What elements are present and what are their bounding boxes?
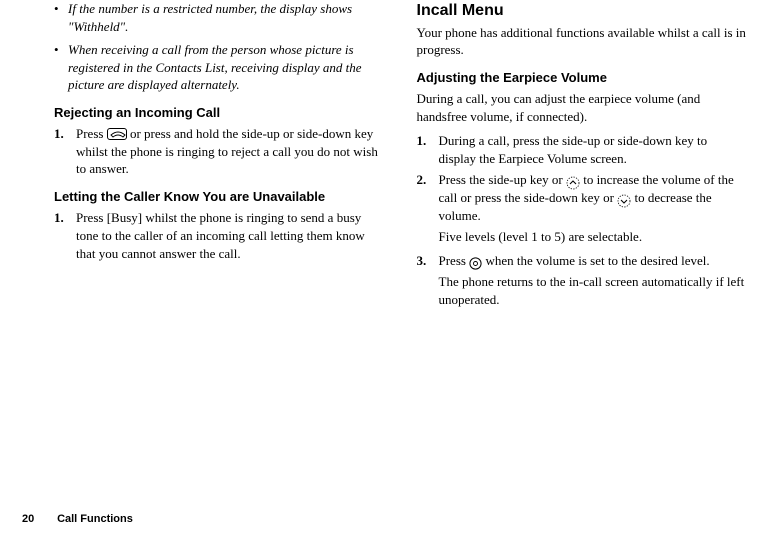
step-sub-note: Five levels (level 1 to 5) are selectabl… <box>439 228 748 246</box>
heading-rejecting-call: Rejecting an Incoming Call <box>54 104 385 122</box>
note-text: If the number is a restricted number, th… <box>68 0 385 35</box>
section-title-incall: Incall Menu <box>417 0 748 22</box>
step-text: Press or press and hold the side-up or s… <box>76 125 385 178</box>
step-text: Press when the volume is set to the desi… <box>439 252 748 270</box>
step-item: 1. Press [Busy] whilst the phone is ring… <box>54 209 385 262</box>
step-text-part: Press <box>439 253 470 268</box>
step-text: Press [Busy] whilst the phone is ringing… <box>76 209 385 262</box>
page-number: 20 <box>22 512 54 527</box>
step-item: 3. Press when the volume is set to the d… <box>417 252 748 270</box>
section-intro: Your phone has additional functions avai… <box>417 24 748 59</box>
step-number: 1. <box>54 125 76 178</box>
step-number: 1. <box>417 132 439 167</box>
step-text: Press the side-up key or to increase the… <box>439 171 748 224</box>
step-number: 1. <box>54 209 76 262</box>
end-call-key-icon <box>107 128 127 140</box>
page-footer: 20 Call Functions <box>22 512 133 527</box>
note-text: When receiving a call from the person wh… <box>68 41 385 94</box>
step-text: During a call, press the side-up or side… <box>439 132 748 167</box>
step-item: 2. Press the side-up key or to increase … <box>417 171 748 224</box>
step-text-part: when the volume is set to the desired le… <box>482 253 709 268</box>
left-column: • If the number is a restricted number, … <box>54 0 385 314</box>
center-key-icon <box>469 257 482 270</box>
step-number: 2. <box>417 171 439 224</box>
adjusting-intro: During a call, you can adjust the earpie… <box>417 90 748 125</box>
step-item: 1. Press or press and hold the side-up o… <box>54 125 385 178</box>
nav-down-icon <box>617 194 631 208</box>
right-column: Incall Menu Your phone has additional fu… <box>417 0 748 314</box>
heading-letting-unavailable: Letting the Caller Know You are Unavaila… <box>54 188 385 206</box>
note-bullet: • When receiving a call from the person … <box>54 41 385 94</box>
step-text-part: Press <box>76 126 107 141</box>
note-bullet: • If the number is a restricted number, … <box>54 0 385 35</box>
step-text-part: Press the side-up key or <box>439 172 566 187</box>
heading-adjusting-volume: Adjusting the Earpiece Volume <box>417 69 748 87</box>
footer-section-name: Call Functions <box>57 513 133 525</box>
step-number: 3. <box>417 252 439 270</box>
bullet-dot: • <box>54 0 68 35</box>
bullet-dot: • <box>54 41 68 94</box>
step-item: 1. During a call, press the side-up or s… <box>417 132 748 167</box>
step-sub-note: The phone returns to the in-call screen … <box>439 273 748 308</box>
nav-up-icon <box>566 176 580 190</box>
